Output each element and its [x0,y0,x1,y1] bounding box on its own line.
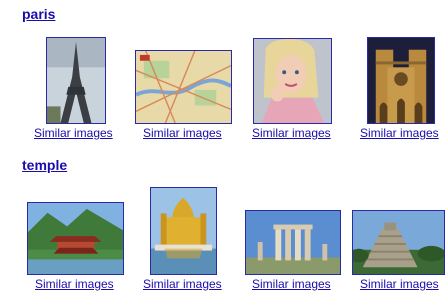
pagoda-temple-image [28,203,123,274]
similar-images-link[interactable]: Similar images [34,126,113,140]
query-link-paris[interactable]: paris [22,6,55,22]
golden-temple-image [151,188,216,274]
image-thumbnail-greek-columns[interactable] [245,210,341,275]
greek-columns-image [246,211,340,274]
similar-images-link[interactable]: Similar images [35,277,114,291]
similar-images-link[interactable]: Similar images [360,277,439,291]
image-thumbnail-notre-dame[interactable] [367,37,435,124]
query-link-temple[interactable]: temple [22,157,67,173]
image-thumbnail-paris-hilton[interactable] [253,38,332,124]
eiffel-tower-image [47,38,105,123]
image-thumbnail-eiffel-tower[interactable] [46,37,106,124]
notre-dame-image [368,38,434,123]
similar-images-link[interactable]: Similar images [143,277,222,291]
similar-images-link[interactable]: Similar images [360,126,439,140]
image-thumbnail-paris-map[interactable] [135,50,232,124]
image-thumbnail-golden-temple[interactable] [150,187,217,275]
mayan-pyramid-image [353,211,444,274]
similar-images-link[interactable]: Similar images [252,277,331,291]
image-thumbnail-pagoda-temple[interactable] [27,202,124,275]
image-thumbnail-mayan-pyramid[interactable] [352,210,445,275]
similar-images-link[interactable]: Similar images [143,126,222,140]
paris-map-image [136,51,231,123]
paris-hilton-image [254,39,331,123]
similar-images-link[interactable]: Similar images [252,126,331,140]
